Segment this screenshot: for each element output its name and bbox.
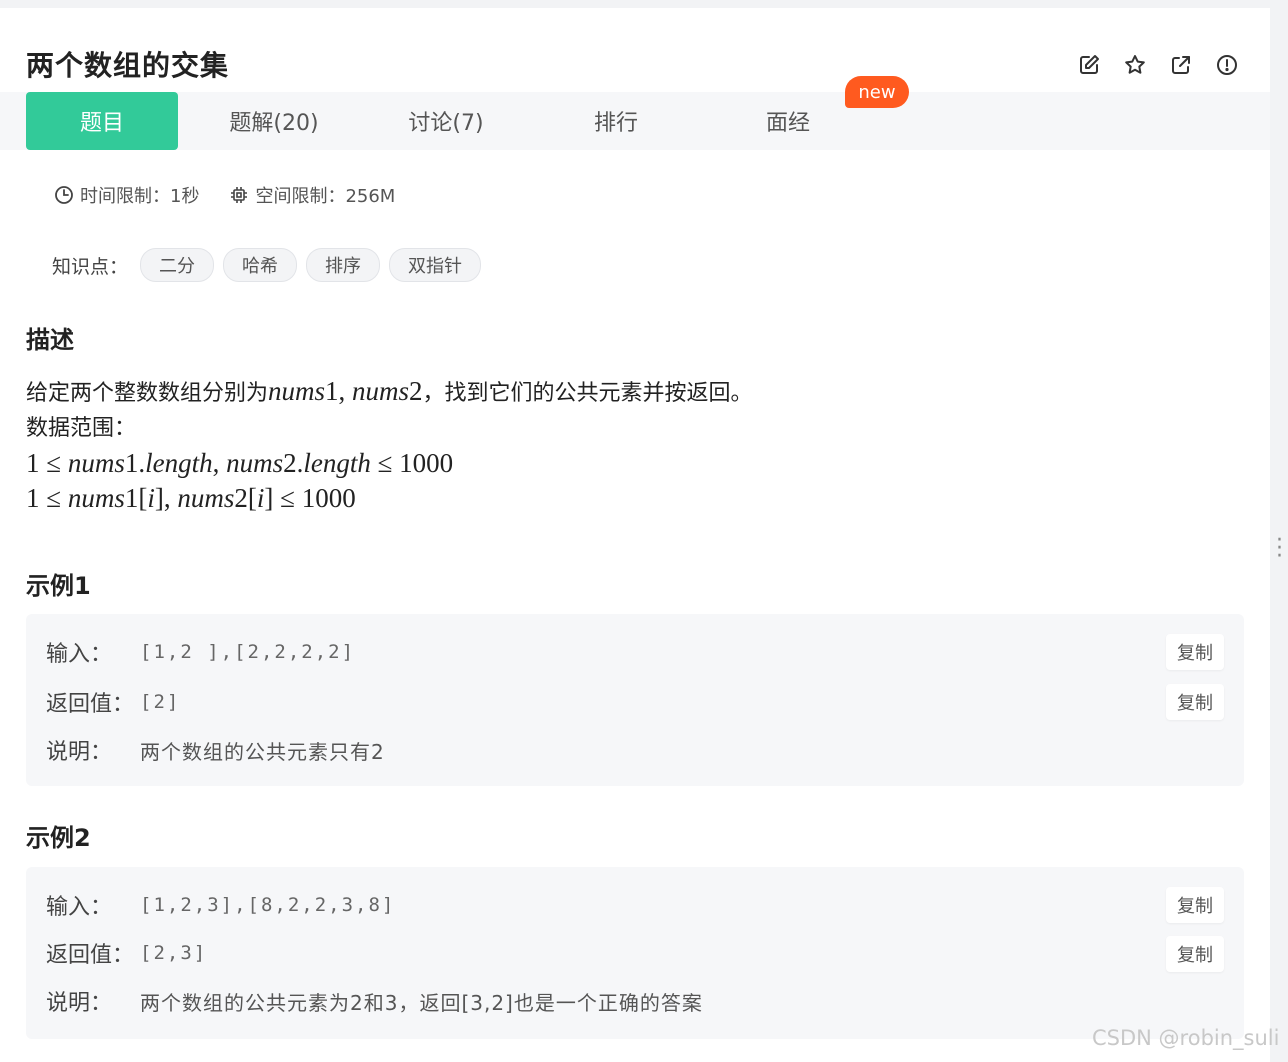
edit-icon[interactable] bbox=[1076, 52, 1102, 78]
tab-solutions[interactable]: 题解(20) bbox=[198, 92, 350, 150]
example-2-output: [2,3] bbox=[140, 942, 208, 964]
limits-row: 时间限制：1秒 空间限制：256M bbox=[54, 182, 425, 208]
description-line: 给定两个整数数组分别为nums1, nums2，找到它们的公共元素并按返回。 bbox=[26, 376, 753, 406]
example-1-box: 输入： [1,2 ],[2,2,2,2] 复制 返回值： [2] 复制 说明： … bbox=[26, 614, 1244, 786]
tab-ranking[interactable]: 排行 bbox=[540, 92, 692, 150]
range-label: 数据范围： bbox=[26, 416, 137, 441]
share-icon[interactable] bbox=[1168, 52, 1194, 78]
example-1-input: [1,2 ],[2,2,2,2] bbox=[140, 641, 356, 663]
page-title: 两个数组的交集 bbox=[26, 49, 230, 82]
tab-problem[interactable]: 题目 bbox=[26, 92, 178, 150]
tab-bar: 题目 题解(20) 讨论(7) 排行 面经 new bbox=[0, 76, 1270, 150]
tag-two-pointers[interactable]: 双指针 bbox=[389, 248, 482, 282]
knowledge-label: 知识点： bbox=[52, 255, 129, 278]
range-formula-1: 1 ≤ nums1.length, nums2.length ≤ 1000 bbox=[26, 448, 454, 478]
tag-sort[interactable]: 排序 bbox=[306, 248, 381, 282]
time-limit-text: 时间限制：1秒 bbox=[80, 186, 200, 207]
clock-icon bbox=[55, 186, 73, 204]
example-2-input: [1,2,3],[8,2,2,3,8] bbox=[140, 894, 396, 916]
copy-output-button[interactable]: 复制 bbox=[1166, 936, 1224, 972]
space-limit-text: 空间限制：256M bbox=[255, 186, 396, 207]
header-actions bbox=[1076, 52, 1240, 78]
chip-icon bbox=[231, 187, 248, 203]
time-limit: 时间限制：1秒 bbox=[54, 182, 199, 208]
new-badge: new bbox=[845, 76, 909, 108]
copy-output-button[interactable]: 复制 bbox=[1166, 684, 1224, 720]
example-2-explain-row: 说明： 两个数组的公共元素为2和3，返回[3,2]也是一个正确的答案 bbox=[46, 985, 703, 1017]
example-1-explain-row: 说明： 两个数组的公共元素只有2 bbox=[46, 734, 385, 766]
problem-card: 两个数组的交集 题目 题解(20) 讨论(7) 排行 面经 new 时间限制：1… bbox=[0, 8, 1270, 1062]
input-label: 输入： bbox=[46, 642, 113, 667]
example-2-explain: 两个数组的公共元素为2和3，返回[3,2]也是一个正确的答案 bbox=[140, 990, 703, 1015]
example-2-output-row: 返回值： [2,3] bbox=[46, 937, 207, 969]
example-1-output-row: 返回值： [2] bbox=[46, 686, 180, 718]
watermark: CSDN @robin_suli bbox=[1092, 1026, 1280, 1050]
tab-interview[interactable]: 面经 bbox=[712, 92, 864, 150]
input-label: 输入： bbox=[46, 895, 113, 920]
range-formula-2: 1 ≤ nums1[i], nums2[i] ≤ 1000 bbox=[26, 483, 356, 513]
tab-discussion[interactable]: 讨论(7) bbox=[370, 92, 522, 150]
knowledge-points: 知识点： 二分 哈希 排序 双指针 bbox=[52, 248, 490, 282]
output-label: 返回值： bbox=[46, 692, 135, 717]
description-body: 给定两个整数数组分别为nums1, nums2，找到它们的公共元素并按返回。 数… bbox=[26, 374, 753, 516]
math-formula: nums1, nums2 bbox=[268, 376, 423, 406]
description-heading: 描述 bbox=[26, 326, 74, 354]
star-icon[interactable] bbox=[1122, 52, 1148, 78]
tag-hash[interactable]: 哈希 bbox=[223, 248, 298, 282]
example-1-input-row: 输入： [1,2 ],[2,2,2,2] bbox=[46, 636, 355, 668]
output-label: 返回值： bbox=[46, 943, 135, 968]
example-1-heading: 示例1 bbox=[26, 572, 91, 600]
example-2-box: 输入： [1,2,3],[8,2,2,3,8] 复制 返回值： [2,3] 复制… bbox=[26, 867, 1244, 1039]
example-2-input-row: 输入： [1,2,3],[8,2,2,3,8] bbox=[46, 889, 395, 921]
explain-label: 说明： bbox=[46, 991, 113, 1016]
copy-input-button[interactable]: 复制 bbox=[1166, 634, 1224, 670]
space-limit: 空间限制：256M bbox=[229, 182, 395, 208]
report-icon[interactable] bbox=[1214, 52, 1240, 78]
example-2-heading: 示例2 bbox=[26, 824, 91, 852]
example-1-output: [2] bbox=[140, 691, 181, 713]
example-1-explain: 两个数组的公共元素只有2 bbox=[140, 739, 385, 764]
copy-input-button[interactable]: 复制 bbox=[1166, 887, 1224, 923]
more-vertical-icon[interactable]: · · · bbox=[1276, 530, 1283, 568]
explain-label: 说明： bbox=[46, 740, 113, 765]
tag-binary-search[interactable]: 二分 bbox=[140, 248, 215, 282]
